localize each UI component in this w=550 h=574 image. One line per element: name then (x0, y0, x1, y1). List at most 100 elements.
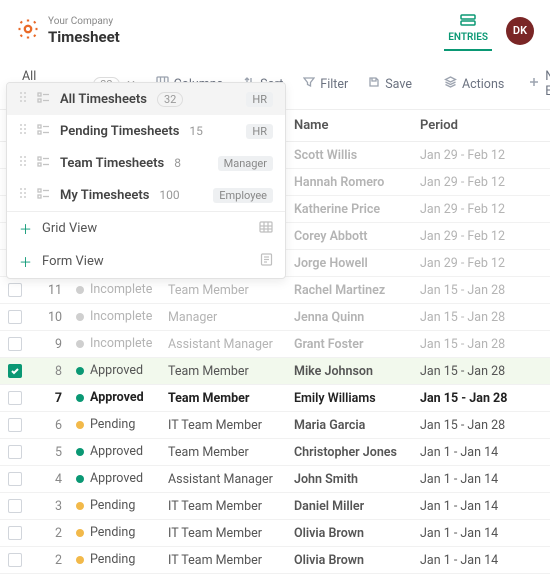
table-row[interactable]: 2PendingIT Team MemberOlivia BrownJan 1 … (0, 520, 550, 547)
row-name: Scott Willis (286, 148, 412, 163)
row-role: Assistant Manager (168, 472, 286, 487)
table-row[interactable]: 3PendingIT Team MemberDaniel MillerJan 1… (0, 493, 550, 520)
row-period: Jan 29 - Feb 12 (412, 229, 550, 244)
row-role: Team Member (168, 283, 286, 298)
actions-button[interactable]: Actions (436, 72, 512, 96)
row-role: IT Team Member (168, 499, 286, 514)
row-name: Katherine Price (286, 202, 412, 217)
row-name: Daniel Miller (286, 499, 412, 514)
table-row[interactable]: 8ApprovedTeam MemberMike JohnsonJan 15 -… (0, 358, 550, 385)
list-icon (37, 156, 50, 171)
brand: Your Company Timesheet (16, 16, 120, 46)
role-badge: HR (246, 124, 273, 139)
row-checkbox[interactable] (8, 553, 22, 567)
row-period: Jan 1 - Jan 14 (412, 553, 550, 568)
scope-option[interactable]: Team Timesheets8Manager (7, 147, 285, 179)
table-row[interactable]: 2PendingIT Team MemberOlivia BrownJan 1 … (0, 547, 550, 574)
row-status: Pending (72, 498, 168, 513)
row-status: Approved (72, 390, 168, 405)
table-row[interactable]: 10IncompleteManagerJenna QuinnJan 15 - J… (0, 304, 550, 331)
row-id: 11 (30, 283, 72, 298)
row-status: Approved (72, 363, 168, 378)
row-period: Jan 15 - Jan 28 (412, 418, 550, 433)
table-row[interactable]: 9IncompleteAssistant ManagerGrant Foster… (0, 331, 550, 358)
row-role: Assistant Manager (168, 337, 286, 352)
drag-handle-icon (19, 155, 27, 171)
scope-option[interactable]: My Timesheets100Employee (7, 179, 285, 211)
list-icon (37, 92, 50, 107)
row-period: Jan 15 - Jan 28 (412, 283, 550, 298)
new-entry-button[interactable]: New Entry (520, 65, 550, 103)
table-row[interactable]: 11IncompleteTeam MemberRachel MartinezJa… (0, 277, 550, 304)
row-id: 9 (30, 337, 72, 352)
scope-option[interactable]: Pending Timesheets15HR (7, 115, 285, 147)
row-period: Jan 15 - Jan 28 (412, 364, 550, 379)
grid-icon (259, 221, 273, 237)
layers-icon (444, 76, 457, 92)
drag-handle-icon (19, 187, 27, 203)
table-row[interactable]: 4ApprovedAssistant ManagerJohn SmithJan … (0, 466, 550, 493)
grid-view-option[interactable]: ＋ Grid View (7, 212, 285, 245)
row-status: Incomplete (72, 336, 168, 351)
filter-icon (303, 76, 315, 92)
entries-icon (460, 14, 476, 29)
row-role: Team Member (168, 391, 286, 406)
row-role: IT Team Member (168, 526, 286, 541)
row-period: Jan 15 - Jan 28 (412, 310, 550, 325)
row-checkbox[interactable] (8, 418, 22, 432)
col-header-period[interactable]: Period (412, 118, 550, 133)
row-id: 5 (30, 445, 72, 460)
row-period: Jan 1 - Jan 14 (412, 472, 550, 487)
row-id: 2 (30, 526, 72, 541)
filter-button[interactable]: Filter (295, 72, 356, 96)
plus-icon (528, 76, 540, 92)
table-row[interactable]: 7ApprovedTeam MemberEmily WilliamsJan 15… (0, 385, 550, 412)
row-checkbox[interactable] (8, 364, 22, 378)
row-name: Corey Abbott (286, 229, 412, 244)
row-name: Jorge Howell (286, 256, 412, 271)
row-status: Incomplete (72, 309, 168, 324)
row-name: Christopher Jones (286, 445, 412, 460)
row-checkbox[interactable] (8, 283, 22, 297)
row-checkbox[interactable] (8, 472, 22, 486)
row-status: Approved (72, 471, 168, 486)
row-status: Pending (72, 552, 168, 567)
row-status: Incomplete (72, 282, 168, 297)
row-checkbox[interactable] (8, 337, 22, 351)
brand-company: Your Company (48, 16, 120, 28)
row-checkbox[interactable] (8, 526, 22, 540)
table-row[interactable]: 6PendingIT Team MemberMaria GarciaJan 15… (0, 412, 550, 439)
row-name: Hannah Romero (286, 175, 412, 190)
list-icon (37, 124, 50, 139)
row-period: Jan 15 - Jan 28 (412, 391, 550, 406)
col-header-name[interactable]: Name (286, 118, 412, 133)
row-id: 3 (30, 499, 72, 514)
role-badge: Manager (218, 156, 273, 171)
row-id: 8 (30, 364, 72, 379)
scope-option[interactable]: All Timesheets32HR (7, 83, 285, 115)
row-checkbox[interactable] (8, 445, 22, 459)
row-name: Emily Williams (286, 391, 412, 406)
drag-handle-icon (19, 91, 27, 107)
table-row[interactable]: 5ApprovedTeam MemberChristopher JonesJan… (0, 439, 550, 466)
drag-handle-icon (19, 123, 27, 139)
save-button[interactable]: Save (360, 72, 420, 96)
row-name: Jenna Quinn (286, 310, 412, 325)
row-id: 10 (30, 310, 72, 325)
form-view-option[interactable]: ＋ Form View (7, 245, 285, 278)
row-role: IT Team Member (168, 553, 286, 568)
tab-entries[interactable]: ENTRIES (444, 10, 492, 51)
row-name: Olivia Brown (286, 526, 412, 541)
plus-icon: ＋ (19, 219, 32, 238)
row-period: Jan 1 - Jan 14 (412, 499, 550, 514)
row-id: 6 (30, 418, 72, 433)
row-checkbox[interactable] (8, 391, 22, 405)
row-checkbox[interactable] (8, 499, 22, 513)
row-name: Grant Foster (286, 337, 412, 352)
brand-app: Timesheet (48, 28, 120, 46)
row-period: Jan 29 - Feb 12 (412, 175, 550, 190)
row-checkbox[interactable] (8, 310, 22, 324)
row-period: Jan 1 - Jan 14 (412, 526, 550, 541)
scope-dropdown: All Timesheets32HRPending Timesheets15HR… (6, 82, 286, 279)
avatar[interactable]: DK (506, 17, 534, 45)
